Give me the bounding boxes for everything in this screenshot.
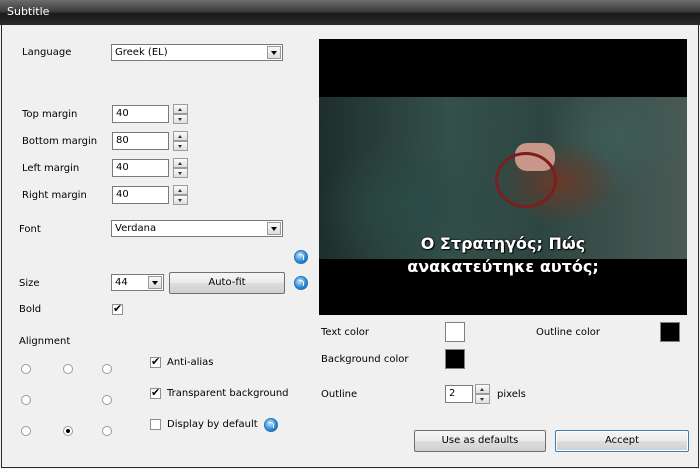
- align-bottom-right-radio[interactable]: [102, 426, 112, 436]
- outline-value: 2: [449, 388, 456, 399]
- language-value: Greek (EL): [115, 47, 168, 58]
- language-select[interactable]: Greek (EL): [111, 44, 283, 61]
- outline-label: Outline: [321, 389, 358, 400]
- antialias-label: Anti-alias: [167, 357, 214, 368]
- outline-color-label: Outline color: [536, 327, 600, 338]
- check-mark-icon: ✔: [113, 302, 123, 315]
- arrow-down-icon[interactable]: [173, 114, 188, 124]
- display-by-default-label: Display by default: [167, 419, 258, 430]
- bold-label: Bold: [19, 304, 42, 315]
- font-label: Font: [19, 224, 41, 235]
- left-margin-label: Left margin: [22, 163, 80, 174]
- info-icon[interactable]: [294, 276, 308, 290]
- top-margin-spinner[interactable]: [173, 104, 188, 124]
- bottom-margin-label: Bottom margin: [22, 136, 98, 147]
- text-color-swatch[interactable]: [445, 322, 465, 342]
- bottom-margin-input[interactable]: 80: [112, 132, 169, 150]
- background-color-swatch[interactable]: [445, 349, 465, 369]
- right-margin-value: 40: [116, 189, 129, 200]
- autofit-button[interactable]: Auto-fit: [169, 272, 285, 294]
- antialias-checkbox[interactable]: ✔: [150, 355, 161, 368]
- outline-input[interactable]: 2: [445, 385, 473, 403]
- arrow-down-icon[interactable]: [173, 141, 188, 151]
- chevron-down-icon[interactable]: [267, 222, 281, 235]
- left-margin-value: 40: [116, 162, 129, 173]
- arrow-up-icon[interactable]: [173, 104, 188, 114]
- arrow-down-icon[interactable]: [475, 394, 490, 404]
- align-top-left-radio[interactable]: [21, 364, 31, 374]
- window-title: Subtitle: [7, 5, 50, 18]
- size-select[interactable]: 44: [111, 274, 164, 291]
- arrow-up-icon[interactable]: [475, 384, 490, 394]
- check-mark-icon: ✔: [151, 386, 161, 399]
- arrow-up-icon[interactable]: [173, 131, 188, 141]
- title-bar: Subtitle: [0, 0, 700, 25]
- left-margin-spinner[interactable]: [173, 158, 188, 178]
- text-color-label: Text color: [321, 327, 370, 338]
- align-top-right-radio[interactable]: [102, 364, 112, 374]
- align-bottom-left-radio[interactable]: [21, 426, 31, 436]
- arrow-down-icon[interactable]: [173, 195, 188, 205]
- top-margin-label: Top margin: [22, 109, 78, 120]
- check-mark-icon: ✔: [151, 355, 161, 368]
- right-margin-label: Right margin: [22, 190, 87, 201]
- top-margin-value: 40: [116, 108, 129, 119]
- arrow-up-icon[interactable]: [173, 185, 188, 195]
- display-by-default-checkbox[interactable]: [150, 419, 161, 430]
- size-label: Size: [19, 278, 40, 289]
- outline-spinner[interactable]: [475, 384, 490, 404]
- align-middle-left-radio[interactable]: [21, 395, 31, 405]
- preview-embroidery: [495, 152, 557, 208]
- outline-color-swatch[interactable]: [660, 322, 680, 342]
- info-icon[interactable]: [264, 418, 278, 432]
- align-bottom-center-radio[interactable]: [63, 426, 73, 436]
- preview-subtitle-line-2: ανακατεύτηκε αυτός;: [407, 257, 599, 276]
- bottom-margin-spinner[interactable]: [173, 131, 188, 151]
- top-margin-input[interactable]: 40: [112, 105, 169, 123]
- size-value: 44: [115, 277, 128, 288]
- align-top-center-radio[interactable]: [63, 364, 73, 374]
- transparent-background-label: Transparent background: [167, 388, 289, 399]
- right-margin-spinner[interactable]: [173, 185, 188, 205]
- transparent-background-checkbox[interactable]: ✔: [150, 386, 161, 399]
- subtitle-dialog: Subtitle Language Greek (EL) Top margin …: [0, 0, 700, 469]
- arrow-down-icon[interactable]: [173, 168, 188, 178]
- use-as-defaults-button[interactable]: Use as defaults: [414, 430, 546, 452]
- chevron-down-icon[interactable]: [148, 276, 162, 289]
- subtitle-preview: Ο Στρατηγός; Πώς ανακατεύτηκε αυτός;: [319, 39, 687, 315]
- language-label: Language: [22, 47, 72, 58]
- preview-subtitle-line-1: Ο Στρατηγός; Πώς: [420, 234, 586, 253]
- left-margin-input[interactable]: 40: [112, 159, 169, 177]
- font-value: Verdana: [115, 223, 157, 234]
- right-margin-input[interactable]: 40: [112, 186, 169, 204]
- alignment-label: Alignment: [19, 336, 71, 347]
- bottom-margin-value: 80: [116, 135, 129, 146]
- dialog-body: Language Greek (EL) Top margin 40 Bottom…: [1, 25, 699, 468]
- accept-button[interactable]: Accept: [555, 430, 689, 452]
- background-color-label: Background color: [321, 354, 409, 365]
- outline-unit-label: pixels: [497, 389, 526, 400]
- arrow-up-icon[interactable]: [173, 158, 188, 168]
- info-icon[interactable]: [294, 250, 308, 264]
- chevron-down-icon[interactable]: [267, 46, 281, 59]
- bold-checkbox[interactable]: ✔: [112, 302, 123, 315]
- align-middle-right-radio[interactable]: [102, 395, 112, 405]
- font-select[interactable]: Verdana: [111, 220, 283, 237]
